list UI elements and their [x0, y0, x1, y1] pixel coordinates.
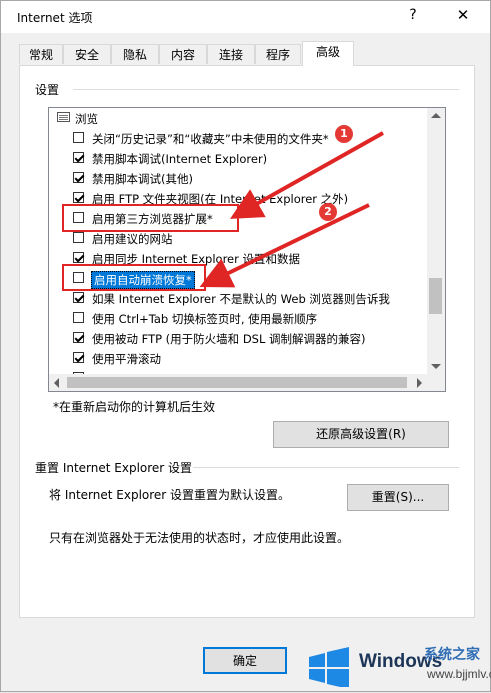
annotation-badge-1: 1 — [335, 125, 353, 143]
annotation-badge-2: 2 — [319, 203, 337, 221]
annotation-arrow-2 — [199, 203, 370, 288]
watermark: Windows 系统之家 www.bjjmlv.com — [301, 641, 491, 691]
tab-advanced[interactable]: 高级 — [302, 41, 354, 66]
windows-logo-icon — [309, 647, 349, 687]
annotation-arrow-1 — [230, 131, 384, 219]
annotation-arrows — [199, 131, 384, 288]
watermark-url: www.bjjmlv.com — [427, 667, 491, 681]
watermark-site: 系统之家 — [424, 647, 480, 663]
internet-options-dialog: Internet 选项 ? ✕ 常规 安全 隐私 内容 连接 程序 高级 设置 … — [0, 0, 491, 692]
